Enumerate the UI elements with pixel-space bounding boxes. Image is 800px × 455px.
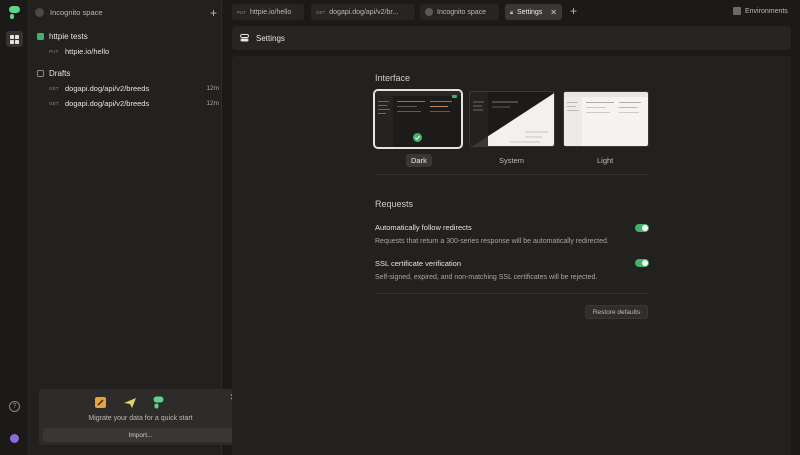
space-icon [425,8,433,16]
close-tab-icon[interactable]: ✕ [550,8,557,17]
ssl-verification-toggle[interactable] [635,259,649,267]
migrate-promo-card: ✕ Migrate your data for a quick start Im… [39,389,242,445]
restore-defaults-button[interactable]: Restore defaults [585,305,648,319]
theme-dark-card[interactable] [373,89,463,149]
environments-button[interactable]: Environments [733,7,788,15]
request-item[interactable]: PUT httpie.io/hello [49,45,219,58]
theme-light-card[interactable] [563,91,649,147]
settings-panel: Interface Dark System Light Requests Aut… [232,56,791,455]
tab-label: Incognito space [437,8,487,16]
tab-method: GET [316,9,326,15]
import-button[interactable]: Import... [43,428,238,442]
section-divider [375,293,648,294]
collections-nav-button[interactable] [6,31,23,47]
request-method: PUT [49,49,59,54]
request-url: httpie.io/hello [65,47,110,56]
add-icon[interactable]: + [210,7,217,19]
request-time: 12m [206,100,219,107]
space-icon [35,8,44,17]
avatar[interactable] [10,434,19,443]
request-item[interactable]: GET dogapi.dog/api/v2/breeds 12m [49,97,219,110]
theme-system-label[interactable]: System [499,156,524,165]
tab-label: httpie.io/hello [250,8,292,16]
follow-redirects-title: Automatically follow redirects [375,223,472,232]
check-icon [413,133,422,142]
request-url: dogapi.dog/api/v2/breeds [65,99,150,108]
grid-icon [10,34,19,44]
sidebar: Incognito space + httpie tests PUT httpi… [29,0,242,455]
space-selector[interactable]: Incognito space + [35,5,217,20]
drafts-icon [37,70,44,77]
settings-icon [510,10,513,14]
postman-icon [95,397,106,408]
theme-light-label[interactable]: Light [597,156,613,165]
ssl-verification-description: Self-signed, expired, and non-matching S… [375,274,598,281]
promo-icons [94,395,164,410]
httpie-logo-icon [153,396,164,409]
tab-label: Settings [517,8,543,16]
system-theme-preview [470,92,554,146]
requests-section-title: Requests [375,199,414,209]
space-name: Incognito space [50,8,103,17]
tab-httpie-hello[interactable]: PUT httpie.io/hello [232,4,304,20]
interface-section-title: Interface [375,73,411,83]
settings-icon [240,34,249,42]
tab-dogapi[interactable]: GET dogapi.dog/api/v2/br... [311,4,415,20]
request-method: GET [49,101,59,106]
paper-plane-icon [124,397,136,408]
page-title: Settings [256,33,285,43]
httpie-logo-icon [9,6,20,19]
app-rail: ? [0,0,29,455]
collection-icon [37,33,44,40]
environments-icon [733,7,741,15]
ssl-verification-title: SSL certificate verification [375,259,462,268]
follow-redirects-toggle[interactable] [635,224,649,232]
collection-name: Drafts [49,69,71,78]
tab-settings[interactable]: Settings ✕ [505,4,562,20]
follow-redirects-description: Requests that return a 300-series respon… [375,238,609,245]
help-icon[interactable]: ? [9,401,20,412]
tab-incognito-space[interactable]: Incognito space [420,4,499,20]
request-url: dogapi.dog/api/v2/breeds [65,84,150,93]
new-tab-button[interactable]: + [570,5,577,17]
collection-httpie-tests[interactable]: httpie tests [37,32,88,41]
section-divider [375,174,648,175]
settings-header: Settings [232,26,791,50]
theme-system-card[interactable] [469,91,555,147]
environments-label: Environments [745,7,788,15]
tab-method: PUT [237,9,246,15]
request-time: 12m [206,85,219,92]
collection-drafts[interactable]: Drafts [37,69,70,78]
request-method: GET [49,86,59,91]
theme-dark-label[interactable]: Dark [406,154,432,167]
promo-message: Migrate your data for a quick start [88,415,193,422]
tab-label: dogapi.dog/api/v2/br... [329,8,399,16]
request-item[interactable]: GET dogapi.dog/api/v2/breeds 12m [49,82,219,95]
collection-name: httpie tests [49,32,88,41]
